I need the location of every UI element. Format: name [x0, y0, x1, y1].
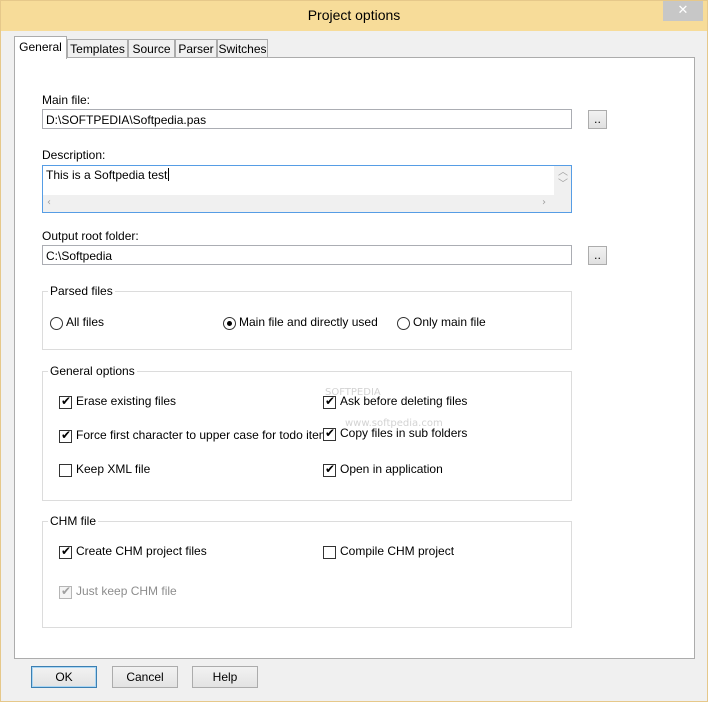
check-mark-icon: ✔ [61, 584, 72, 598]
radio-label: Main file and directly used [239, 315, 378, 329]
radio-selected-dot [227, 321, 232, 326]
output-root-label: Output root folder: [42, 229, 139, 243]
checkbox-label: Copy files in sub folders [340, 426, 468, 440]
checkbox-box [323, 546, 336, 559]
close-button[interactable]: ✕ [663, 1, 703, 21]
checkbox-box: ✔ [323, 394, 336, 409]
description-text: This is a Softpedia test [46, 168, 170, 182]
chm-file-group [42, 521, 572, 628]
checkbox-label: Force first character to upper case for … [76, 428, 335, 442]
description-memo[interactable]: This is a Softpedia test ︿ ﹀ ‹ › [42, 165, 572, 213]
check-mark-icon: ✔ [325, 394, 336, 408]
description-vertical-scrollbar[interactable]: ︿ ﹀ [554, 166, 571, 195]
checkbox-label: Ask before deleting files [340, 394, 468, 408]
dialog-client-area: General Templates Source Parser Switches… [8, 31, 700, 694]
checkbox-box: ✔ [323, 426, 336, 441]
checkbox-box [59, 464, 72, 477]
checkbox-box: ✔ [59, 394, 72, 409]
scroll-corner [554, 195, 571, 212]
text-caret [168, 168, 170, 181]
general-tab-panel: Main file: D:\SOFTPEDIA\Softpedia.pas ..… [14, 57, 695, 659]
checkbox-label: Erase existing files [76, 394, 177, 408]
checkbox-label: Keep XML file [76, 462, 151, 476]
main-file-browse-button[interactable]: .. [588, 110, 607, 129]
main-file-label: Main file: [42, 93, 91, 107]
checkbox-box: ✔ [323, 462, 336, 477]
checkbox-box: ✔ [59, 428, 72, 443]
scroll-up-icon[interactable]: ︿ [558, 167, 568, 179]
tab-general[interactable]: General [14, 36, 67, 59]
scroll-down-icon[interactable]: ﹀ [558, 179, 568, 191]
scroll-left-icon[interactable]: ‹ [47, 197, 51, 209]
window-title: Project options [307, 7, 401, 23]
main-file-input[interactable]: D:\SOFTPEDIA\Softpedia.pas [42, 109, 572, 129]
check-mark-icon: ✔ [61, 428, 72, 442]
check-mark-icon: ✔ [325, 426, 336, 440]
description-label: Description: [42, 148, 106, 162]
radio-circle [50, 317, 63, 330]
tab-source[interactable]: Source [128, 39, 175, 58]
parsed-files-caption: Parsed files [48, 284, 115, 298]
check-mark-icon: ✔ [325, 462, 336, 476]
output-root-browse-button[interactable]: .. [588, 246, 607, 265]
checkbox-box: ✔ [59, 584, 72, 599]
general-options-caption: General options [48, 364, 137, 378]
checkbox-label: Just keep CHM file [76, 584, 177, 598]
radio-label: All files [66, 315, 105, 329]
check-mark-icon: ✔ [61, 544, 72, 558]
tab-templates[interactable]: Templates [67, 39, 128, 58]
checkbox-label: Create CHM project files [76, 544, 207, 558]
checkbox-label: Compile CHM project [340, 544, 455, 558]
tab-switches[interactable]: Switches [217, 39, 268, 58]
ok-button[interactable]: OK [31, 666, 97, 688]
cancel-button[interactable]: Cancel [112, 666, 178, 688]
checkbox-box: ✔ [59, 544, 72, 559]
chm-file-caption: CHM file [48, 514, 99, 528]
description-horizontal-scrollbar[interactable]: ‹ › [43, 195, 554, 212]
radio-circle [397, 317, 410, 330]
radio-label: Only main file [413, 315, 486, 329]
project-options-window: Project options ✕ General Templates Sour… [0, 0, 708, 702]
check-mark-icon: ✔ [61, 394, 72, 408]
output-root-input[interactable]: C:\Softpedia [42, 245, 572, 265]
radio-circle [223, 317, 236, 330]
scroll-right-icon[interactable]: › [542, 197, 546, 209]
tab-parser[interactable]: Parser [175, 39, 217, 58]
checkbox-label: Open in application [340, 462, 443, 476]
help-button[interactable]: Help [192, 666, 258, 688]
title-bar[interactable]: Project options ✕ [1, 1, 707, 31]
